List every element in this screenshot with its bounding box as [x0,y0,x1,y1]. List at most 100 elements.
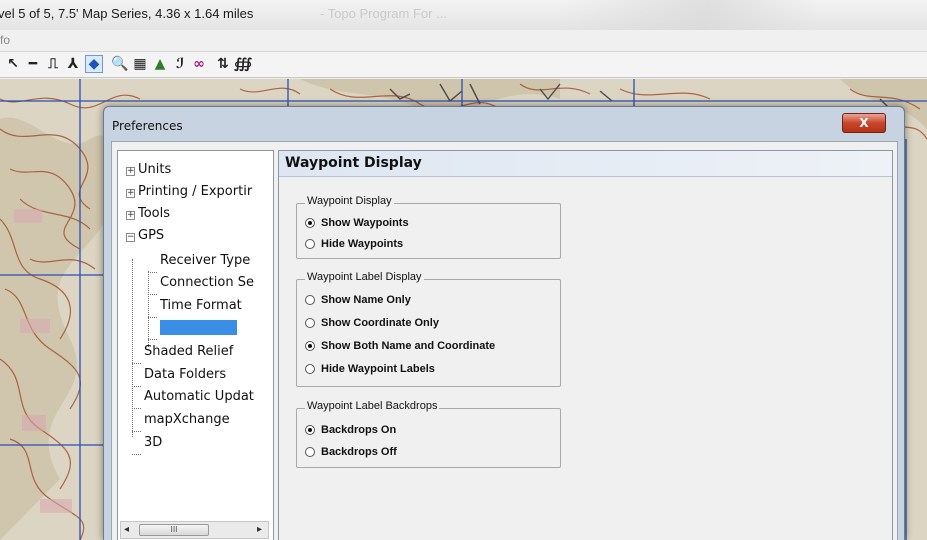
tree-item-label: Units [138,162,172,177]
radio-show-both-name-and-coordinate[interactable]: Show Both Name and Coordinate [305,338,495,354]
binoculars-icon[interactable]: ∰ [234,55,252,73]
tree-item-label: Receiver Type [160,253,251,268]
expand-plus-icon[interactable]: + [126,211,135,220]
tree-item-data-folders[interactable]: Data Folders [144,364,226,386]
tree-connector [132,386,141,387]
tree-connector [148,317,157,318]
arrow-pointer-icon[interactable]: ↖ [4,55,22,73]
tree-item-shaded-relief[interactable]: Shaded Relief [144,341,233,363]
dialog-title: Preferences [112,119,183,133]
tree-connector [148,272,157,273]
scroll-left-arrow-icon[interactable]: ◂ [124,524,129,535]
tree-connector [132,431,141,432]
panel-title: Waypoint Display [285,155,422,171]
tree-item-connection-settings[interactable]: Connection Se [160,272,254,294]
expand-plus-icon[interactable]: + [126,189,135,198]
tree-item-label: mapXchange [144,412,230,427]
radio-label: Show Waypoints [321,217,409,229]
scrollbar-thumb[interactable]: III [139,524,209,536]
tree-connector [148,294,157,295]
link-icon[interactable]: ∞ [190,55,208,73]
scroll-right-arrow-icon[interactable]: ▸ [257,524,262,535]
waypoint-icon[interactable]: ◆ [85,55,103,73]
tree-item-label: Waypoint [160,320,237,335]
app-titlebar: vel 5 of 5, 7.5' Map Series, 4.36 x 1.64… [0,0,927,30]
menu-item-info[interactable]: fo [0,33,10,47]
waypoint-display-panel: Waypoint Display Waypoint Display Show W… [278,150,893,540]
tree-connector [132,454,141,455]
radio-show-coordinate-only[interactable]: Show Coordinate Only [305,315,439,331]
zoom-icon[interactable]: 🔍 [111,55,129,73]
radio-show-waypoints[interactable]: Show Waypoints [305,215,409,231]
group-legend: Waypoint Label Display [305,271,424,283]
preferences-tree[interactable]: + Units + Printing / Exportir + Tools − GPS … [117,150,274,540]
radio-label: Show Coordinate Only [321,317,439,329]
tree-item-tools[interactable]: + Tools [126,203,170,225]
radio-label: Hide Waypoints [321,238,404,250]
expand-plus-icon[interactable]: + [126,167,135,176]
tree-item-label: Time Format [160,298,242,313]
waypoint-display-group: Waypoint Display Show Waypoints Hide Way… [296,195,561,259]
window-title-faded: - Topo Program For ... [320,6,447,21]
hiker-icon[interactable]: ⅄ [64,55,82,73]
group-legend: Waypoint Label Backdrops [305,400,440,412]
close-icon: X [859,116,869,130]
radio-indicator[interactable] [305,425,315,435]
tree-item-receiver-type[interactable]: Receiver Type [160,250,250,272]
tree-connector [148,339,157,340]
radio-hide-waypoints[interactable]: Hide Waypoints [305,236,403,252]
main-toolbar: ↖ ━ ⎍ ⅄ ◆ 🔍 ▦ ▲ ℐ ∞ ⇅ ∰ [0,52,927,78]
waypoint-label-backdrops-group: Waypoint Label Backdrops Backdrops On Ba… [296,400,561,468]
panel-header: Waypoint Display [279,151,892,177]
tree-item-label: Shaded Relief [144,344,234,359]
close-button[interactable]: X [842,113,886,133]
collapse-minus-icon[interactable]: − [126,233,135,242]
radio-indicator[interactable] [305,364,315,374]
menu-bar: fo [0,30,927,52]
radio-indicator[interactable] [305,447,315,457]
radio-label: Backdrops Off [321,446,397,458]
tree-connector [132,259,133,437]
radio-backdrops-on[interactable]: Backdrops On [305,422,396,438]
dialog-body: + Units + Printing / Exportir + Tools − GPS … [111,141,898,540]
window-title: vel 5 of 5, 7.5' Map Series, 4.36 x 1.64… [0,6,254,21]
tree-item-automatic-updates[interactable]: Automatic Updat [144,386,254,408]
radio-indicator[interactable] [305,295,315,305]
tree-item-gps[interactable]: − GPS [126,225,164,247]
tree-item-label: GPS [138,228,165,243]
tree-item-waypoint-selected[interactable]: Waypoint [160,317,237,339]
tree-item-label: Connection Se [160,275,254,290]
titlebar-glare [560,0,927,30]
radio-label: Backdrops On [321,424,397,436]
radio-label: Show Name Only [321,294,411,306]
radio-label: Show Both Name and Coordinate [321,340,496,352]
radio-indicator[interactable] [305,318,315,328]
radio-indicator[interactable] [305,341,315,351]
tree-item-printing-exporting[interactable]: + Printing / Exportir [126,181,252,203]
tree-item-units[interactable]: + Units [126,159,171,181]
radio-show-name-only[interactable]: Show Name Only [305,292,411,308]
radio-backdrops-off[interactable]: Backdrops Off [305,444,397,460]
radio-label: Hide Waypoint Labels [321,363,435,375]
radio-hide-waypoint-labels[interactable]: Hide Waypoint Labels [305,361,435,377]
terrain-icon[interactable]: ▲ [151,55,169,73]
tree-item-label: Automatic Updat [144,389,254,404]
radio-indicator[interactable] [305,239,315,249]
preferences-dialog: Preferences X + Units + Printing / Exporti… [103,106,905,540]
tree-item-time-format[interactable]: Time Format [160,295,242,317]
tree-item-mapxchange[interactable]: mapXchange [144,409,230,431]
tree-item-label: Printing / Exportir [138,184,253,199]
waypoint-label-display-group: Waypoint Label Display Show Name Only Sh… [296,271,561,387]
radio-indicator[interactable] [305,218,315,228]
tree-item-3d[interactable]: 3D [144,432,162,454]
measure-icon[interactable]: ℐ [171,55,189,73]
group-legend: Waypoint Display [305,195,394,207]
tree-connector [148,271,149,347]
gps-transfer-icon[interactable]: ⇅ [214,55,232,73]
line-tool-icon[interactable]: ━ [24,55,42,73]
tree-connector [132,408,141,409]
route-icon[interactable]: ⎍ [44,55,62,73]
grid-icon[interactable]: ▦ [131,55,149,73]
tree-item-label: Tools [138,206,171,221]
tree-horizontal-scrollbar[interactable]: ◂ III ▸ [120,521,269,539]
